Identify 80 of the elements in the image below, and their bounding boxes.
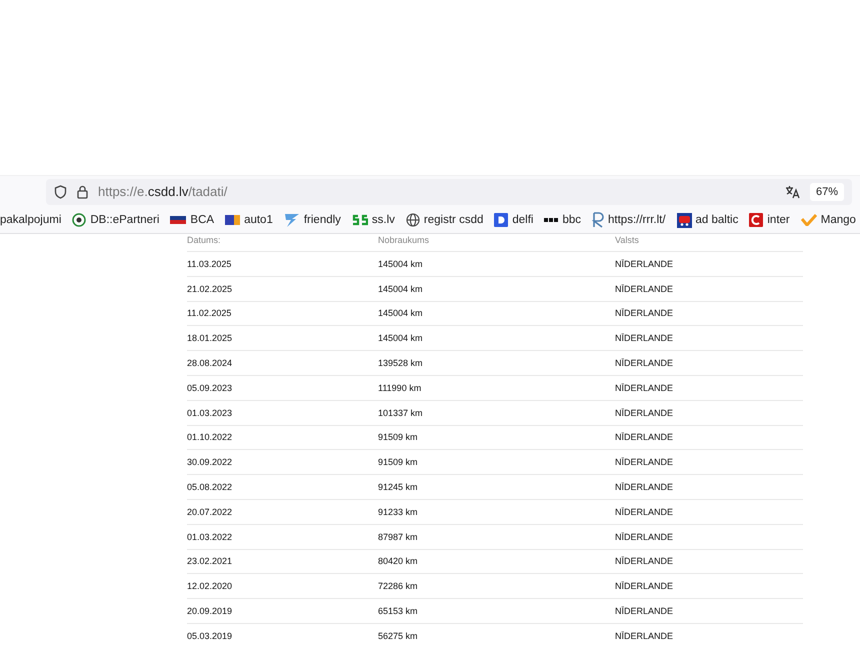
table-cell-text: 80420 km: [378, 556, 419, 566]
table-cell-text: NĪDERLANDE: [615, 556, 674, 566]
table-cell-text: 91509 km: [378, 432, 419, 442]
table-cell-text: 28.08.2024: [187, 358, 234, 368]
table-cell-text: 05.09.2023: [187, 382, 234, 393]
column-header: Valsts: [615, 234, 640, 245]
table-cell-text: 12.02.2020: [187, 581, 234, 592]
table-cell-text: 05.03.2019: [187, 630, 234, 641]
blocks-icon: [544, 217, 558, 223]
table-cell-text: NĪDERLANDE: [615, 333, 674, 344]
table-cell-text: 01.10.2022: [187, 432, 234, 442]
table-cell-text: NĪDERLANDE: [615, 482, 674, 492]
column-header: Nobraukums: [378, 234, 430, 245]
table-cell-text: 65153 km: [378, 606, 419, 616]
table-cell-text: NĪDERLANDE: [615, 284, 674, 294]
table-cell-text: 21.02.2025: [187, 284, 234, 294]
table-cell-text: NĪDERLANDE: [615, 258, 674, 269]
bookmark[interactable]: DB::ePartneri: [72, 213, 160, 227]
bookmark[interactable]: auto1: [225, 214, 273, 226]
table-cell-text: 145004 km: [378, 333, 424, 344]
bookmark[interactable]: https://rrr.lt/: [592, 212, 666, 228]
table-cell-text: NĪDERLANDE: [615, 606, 674, 616]
bookmark[interactable]: Mango: [800, 214, 856, 226]
square-d-icon: [494, 213, 508, 227]
table-cell-text: 91233 km: [378, 506, 419, 517]
table-cell-text: NĪDERLANDE: [615, 506, 674, 517]
table-cell-text: 91245 km: [378, 482, 419, 492]
column-header: Datums:: [187, 234, 222, 245]
globe-icon: [406, 213, 420, 227]
table-cell-text: 145004 km: [378, 308, 424, 318]
zoom-level-button[interactable]: 67%: [810, 182, 844, 200]
table-cell-text: NĪDERLANDE: [615, 457, 674, 468]
table-cell-text: NĪDERLANDE: [615, 532, 674, 542]
disc-icon: [72, 213, 86, 227]
table-cell-text: 139528 km: [378, 358, 424, 368]
table-cell-text: NĪDERLANDE: [615, 358, 674, 368]
bookmark[interactable]: bbc: [544, 214, 582, 226]
r-logo-icon: [592, 212, 604, 228]
table-cell-text: 01.03.2023: [187, 408, 234, 418]
bookmark[interactable]: pakalpojumi: [0, 214, 62, 226]
table-cell-text: NĪDERLANDE: [615, 408, 674, 418]
table-cell-text: 72286 km: [378, 581, 419, 592]
table-cell-text: 101337 km: [378, 408, 424, 418]
table-cell-text: 18.01.2025: [187, 333, 234, 344]
bookmark[interactable]: inter: [749, 213, 790, 227]
table-cell-text: 01.03.2022: [187, 532, 234, 542]
table-cell-text: NĪDERLANDE: [615, 432, 674, 442]
bus-icon: [676, 212, 692, 228]
table-cell-text: NĪDERLANDE: [615, 308, 674, 318]
ss-logo-icon: [352, 214, 368, 226]
lock-icon[interactable]: [77, 184, 88, 198]
table-cell-text: NĪDERLANDE: [615, 382, 674, 393]
table-cell-text: NĪDERLANDE: [615, 630, 674, 641]
table-cell-text: 23.02.2021: [187, 556, 234, 566]
table-cell-text: 11.02.2025: [187, 308, 232, 318]
table-cell-text: 20.09.2019: [187, 606, 234, 616]
table-cell-text: 56275 km: [378, 630, 419, 641]
table-cell-text: 111990 km: [378, 382, 422, 393]
table-cell-text: 05.08.2022: [187, 482, 234, 492]
table-cell-text: 91509 km: [378, 457, 419, 468]
table-cell-text: 145004 km: [378, 258, 424, 269]
table-cell-text: NĪDERLANDE: [615, 581, 674, 592]
url-text: https://e.csdd.lv/tadati/: [98, 184, 228, 199]
shield-icon[interactable]: [54, 184, 67, 198]
bookmark[interactable]: friendly: [284, 212, 341, 228]
bookmark[interactable]: ss.lv: [352, 214, 395, 226]
table-cell-text: 87987 km: [378, 532, 419, 542]
table-cell-text: 30.09.2022: [187, 457, 234, 468]
table-cell-text: 20.07.2022: [187, 506, 234, 517]
bookmark[interactable]: ad baltic: [676, 212, 738, 228]
table-cell-text: 145004 km: [378, 284, 424, 294]
flag-icon: [170, 216, 186, 224]
bookmark[interactable]: BCA: [170, 214, 214, 226]
bookmark[interactable]: delfi: [494, 213, 534, 227]
logo-icon: [225, 215, 240, 225]
translate-icon[interactable]: [784, 184, 800, 198]
table-cell-text: 11.03.2025: [187, 258, 232, 269]
address-bar[interactable]: https://e.csdd.lv/tadati/ 67%: [46, 178, 852, 204]
checkmark-logo-icon: [800, 214, 817, 226]
bookmark[interactable]: registr csdd: [406, 213, 484, 227]
